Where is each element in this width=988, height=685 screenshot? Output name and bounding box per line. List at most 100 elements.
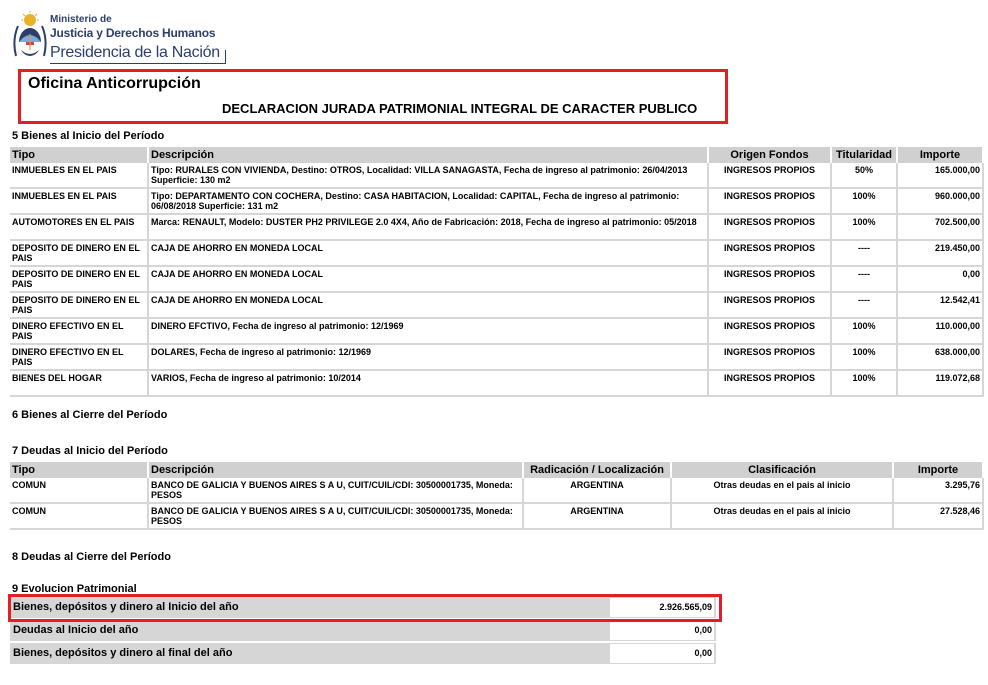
cell-descripcion: CAJA DE AHORRO EN MONEDA LOCAL — [149, 241, 709, 267]
col-header-origen: Origen Fondos — [709, 147, 832, 163]
presidencia-label: Presidencia de la Nación — [50, 44, 220, 61]
col-header-tipo: Tipo — [10, 147, 149, 163]
cell-importe: 0,00 — [898, 267, 984, 293]
ministerio-label-line1: Ministerio de — [50, 14, 112, 25]
cell-importe: 12.542,41 — [898, 293, 984, 319]
cell-importe: 219.450,00 — [898, 241, 984, 267]
cell-descripcion: Tipo: DEPARTAMENTO CON COCHERA, Destino:… — [149, 189, 709, 215]
table-row: COMUN BANCO DE GALICIA Y BUENOS AIRES S A… — [10, 478, 984, 504]
cell-importe: 960.000,00 — [898, 189, 984, 215]
argentina-coat-of-arms-icon — [13, 11, 47, 57]
cell-titularidad: ---- — [832, 293, 898, 319]
table-row: BIENES DEL HOGAR VARIOS, Fecha de ingreso… — [10, 371, 984, 397]
cell-tipo: DEPOSITO DE DINERO EN EL PAIS — [10, 241, 149, 267]
cell-importe: 27.528,46 — [894, 504, 984, 530]
cell-descripcion: Marca: RENAULT, Modelo: DUSTER PH2 PRIVI… — [149, 215, 709, 241]
cell-tipo: COMUN — [10, 478, 149, 504]
cell-titularidad: ---- — [832, 241, 898, 267]
cell-descripcion: DINERO EFCTIVO, Fecha de ingreso al patr… — [149, 319, 709, 345]
evolution-label: Deudas al Inicio del año — [13, 624, 139, 636]
cell-descripcion: Tipo: RURALES CON VIVIENDA, Destino: OTR… — [149, 163, 709, 189]
cell-clasificacion: Otras deudas en el pais al inicio — [672, 478, 894, 504]
logo-tick — [225, 50, 226, 64]
logo-underline — [50, 63, 226, 64]
cell-titularidad: 100% — [832, 371, 898, 397]
cell-descripcion: BANCO DE GALICIA Y BUENOS AIRES S A U, C… — [149, 478, 524, 504]
declaration-title: DECLARACION JURADA PATRIMONIAL INTEGRAL … — [222, 101, 698, 116]
cell-titularidad: 100% — [832, 215, 898, 241]
cell-tipo: COMUN — [10, 504, 149, 530]
cell-descripcion: VARIOS, Fecha de ingreso al patrimonio: … — [149, 371, 709, 397]
cell-origen: INGRESOS PROPIOS — [709, 319, 832, 345]
ministry-logo: Ministerio de Justicia y Derechos Humano… — [12, 10, 232, 66]
col-header-tipo: Tipo — [10, 462, 149, 478]
cell-tipo: INMUEBLES EN EL PAIS — [10, 163, 149, 189]
col-header-descripcion: Descripción — [149, 462, 524, 478]
col-header-titularidad: Titularidad — [832, 147, 898, 163]
cell-origen: INGRESOS PROPIOS — [709, 163, 832, 189]
table-row: DINERO EFECTIVO EN EL PAIS DINERO EFCTIVO… — [10, 319, 984, 345]
section5-title: 5 Bienes al Inicio del Período — [12, 130, 165, 142]
cell-origen: INGRESOS PROPIOS — [709, 371, 832, 397]
table-header-row: Tipo Descripción Radicación / Localizaci… — [10, 462, 984, 478]
table-row: AUTOMOTORES EN EL PAIS Marca: RENAULT, Mo… — [10, 215, 984, 241]
debts-start-table: Tipo Descripción Radicación / Localizaci… — [10, 462, 984, 530]
col-header-importe: Importe — [894, 462, 984, 478]
cell-descripcion: DOLARES, Fecha de ingreso al patrimonio:… — [149, 345, 709, 371]
cell-titularidad: 100% — [832, 345, 898, 371]
cell-origen: INGRESOS PROPIOS — [709, 189, 832, 215]
cell-descripcion: CAJA DE AHORRO EN MONEDA LOCAL — [149, 293, 709, 319]
cell-tipo: DEPOSITO DE DINERO EN EL PAIS — [10, 267, 149, 293]
assets-start-table: Tipo Descripción Origen Fondos Titularid… — [10, 147, 984, 397]
cell-titularidad: 100% — [832, 189, 898, 215]
cell-importe: 119.072,68 — [898, 371, 984, 397]
table-row: DEPOSITO DE DINERO EN EL PAIS CAJA DE AHO… — [10, 293, 984, 319]
cell-importe: 110.000,00 — [898, 319, 984, 345]
table-row: DEPOSITO DE DINERO EN EL PAIS CAJA DE AHO… — [10, 267, 984, 293]
cell-titularidad: ---- — [832, 267, 898, 293]
cell-radicacion: ARGENTINA — [524, 478, 672, 504]
evolution-label: Bienes, depósitos y dinero al final del … — [13, 647, 233, 659]
table-row: INMUEBLES EN EL PAIS Tipo: DEPARTAMENTO C… — [10, 189, 984, 215]
section7-title: 7 Deudas al Inicio del Período — [12, 445, 168, 457]
cell-descripcion: BANCO DE GALICIA Y BUENOS AIRES S A U, C… — [149, 504, 524, 530]
cell-importe: 702.500,00 — [898, 215, 984, 241]
cell-titularidad: 100% — [832, 319, 898, 345]
cell-tipo: DEPOSITO DE DINERO EN EL PAIS — [10, 293, 149, 319]
ministerio-label-line2: Justicia y Derechos Humanos — [50, 26, 216, 40]
cell-tipo: BIENES DEL HOGAR — [10, 371, 149, 397]
evolution-value: 0,00 — [610, 644, 714, 663]
table-row: DINERO EFECTIVO EN EL PAIS DOLARES, Fecha… — [10, 345, 984, 371]
evolution-value: 0,00 — [610, 621, 714, 640]
evolution-row-bienes-final: Bienes, depósitos y dinero al final del … — [10, 643, 716, 664]
col-header-importe: Importe — [898, 147, 984, 163]
cell-origen: INGRESOS PROPIOS — [709, 215, 832, 241]
table-row: INMUEBLES EN EL PAIS Tipo: RURALES CON VI… — [10, 163, 984, 189]
col-header-clasificacion: Clasificación — [672, 462, 894, 478]
cell-origen: INGRESOS PROPIOS — [709, 345, 832, 371]
evolution-highlight-box — [8, 594, 722, 622]
cell-tipo: DINERO EFECTIVO EN EL PAIS — [10, 345, 149, 371]
office-title: Oficina Anticorrupción — [28, 75, 201, 92]
cell-origen: INGRESOS PROPIOS — [709, 267, 832, 293]
cell-importe: 638.000,00 — [898, 345, 984, 371]
evolution-row-deudas-inicio: Deudas al Inicio del año 0,00 — [10, 620, 716, 641]
cell-tipo: DINERO EFECTIVO EN EL PAIS — [10, 319, 149, 345]
col-header-descripcion: Descripción — [149, 147, 709, 163]
table-header-row: Tipo Descripción Origen Fondos Titularid… — [10, 147, 984, 163]
cell-descripcion: CAJA DE AHORRO EN MONEDA LOCAL — [149, 267, 709, 293]
cell-clasificacion: Otras deudas en el pais al inicio — [672, 504, 894, 530]
cell-titularidad: 50% — [832, 163, 898, 189]
cell-origen: INGRESOS PROPIOS — [709, 293, 832, 319]
cell-origen: INGRESOS PROPIOS — [709, 241, 832, 267]
table-row: DEPOSITO DE DINERO EN EL PAIS CAJA DE AHO… — [10, 241, 984, 267]
cell-importe: 165.000,00 — [898, 163, 984, 189]
section8-title: 8 Deudas al Cierre del Período — [12, 551, 171, 563]
table-row: COMUN BANCO DE GALICIA Y BUENOS AIRES S A… — [10, 504, 984, 530]
cell-tipo: INMUEBLES EN EL PAIS — [10, 189, 149, 215]
col-header-radicacion: Radicación / Localización — [524, 462, 672, 478]
cell-tipo: AUTOMOTORES EN EL PAIS — [10, 215, 149, 241]
cell-radicacion: ARGENTINA — [524, 504, 672, 530]
section6-title: 6 Bienes al Cierre del Período — [12, 409, 168, 421]
cell-importe: 3.295,76 — [894, 478, 984, 504]
